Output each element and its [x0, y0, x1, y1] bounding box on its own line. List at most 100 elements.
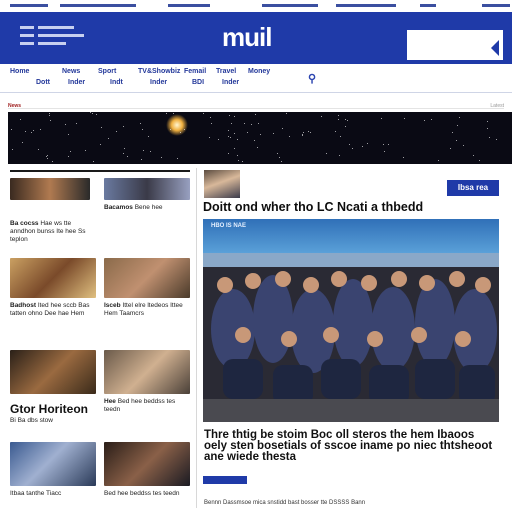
story-thumbnail[interactable]	[10, 178, 90, 200]
story-thumbnail[interactable]	[104, 442, 190, 486]
banner-star	[46, 156, 47, 157]
banner-star	[347, 120, 348, 121]
nav-item[interactable]: News	[62, 68, 80, 75]
search-icon[interactable]: ⚲	[308, 72, 316, 85]
banner-star	[338, 115, 339, 116]
banner-star	[345, 126, 346, 127]
utility-link[interactable]	[10, 4, 48, 7]
banner-star	[123, 153, 124, 154]
section-label[interactable]: News	[8, 103, 21, 109]
banner-star	[384, 151, 385, 152]
story-caption[interactable]: Bed hee beddss tes teedn	[104, 490, 190, 498]
utility-link[interactable]	[168, 4, 210, 7]
main-story-image[interactable]: HBO IS NAE	[203, 219, 499, 422]
header-link[interactable]	[38, 42, 66, 45]
nav-item[interactable]: Money	[248, 68, 270, 75]
banner-star	[244, 123, 245, 124]
nav-item[interactable]: Home	[10, 68, 29, 75]
banner-star	[161, 157, 162, 158]
banner-star	[286, 113, 287, 114]
banner-star	[49, 113, 50, 114]
banner-star	[170, 129, 171, 130]
hero-banner[interactable]	[8, 112, 512, 164]
banner-star	[308, 131, 309, 132]
footer-text[interactable]: Bennn Dassmsoe mica snstidd bast bosser …	[204, 500, 365, 506]
banner-star	[367, 143, 368, 144]
utility-link[interactable]	[336, 4, 396, 7]
nav-item[interactable]: Travel	[216, 68, 236, 75]
banner-star	[303, 132, 304, 133]
story-thumbnail[interactable]	[104, 258, 190, 298]
banner-star	[257, 147, 258, 148]
story-thumbnail[interactable]	[10, 442, 96, 486]
author-avatar[interactable]	[204, 170, 240, 198]
banner-star	[254, 140, 255, 141]
section-label-right[interactable]: Latest	[490, 103, 504, 109]
tag-button[interactable]	[203, 476, 247, 484]
header-link[interactable]	[38, 26, 74, 29]
story-thumbnail[interactable]	[104, 178, 190, 200]
banner-star	[349, 144, 350, 145]
banner-star	[11, 129, 12, 130]
section-badge[interactable]: Ibsa rea	[447, 180, 499, 196]
header-promo-panel[interactable]	[407, 30, 503, 60]
menu-icon[interactable]	[20, 26, 34, 29]
top-utility-bar	[0, 0, 512, 12]
nav-item[interactable]: Sport	[98, 68, 116, 75]
subnav-item[interactable]: Dott	[36, 79, 50, 86]
story-headline[interactable]: Gtor Horiteon	[10, 403, 88, 415]
banner-star	[124, 148, 125, 149]
banner-star	[279, 157, 280, 158]
main-summary[interactable]: Thre thtig be stoim Boc oll steros the h…	[204, 429, 500, 463]
banner-star	[242, 161, 243, 162]
banner-star	[310, 132, 311, 133]
utility-link[interactable]	[262, 4, 318, 7]
story-caption[interactable]: Itbaa tanthe Tiacc	[10, 490, 96, 498]
banner-star	[218, 139, 219, 140]
story-caption[interactable]: Bacamos Bene hee	[104, 204, 190, 212]
story-thumbnail[interactable]	[104, 350, 190, 394]
header-link[interactable]	[38, 34, 84, 37]
site-logo[interactable]: muil	[222, 22, 272, 53]
nav-item[interactable]: TV&Showbiz	[138, 68, 180, 75]
promo-icon	[491, 40, 499, 56]
banner-star	[140, 123, 141, 124]
story-caption[interactable]: Ba cocss Hae ws tte anndhon bunss Ite he…	[10, 220, 96, 244]
banner-star	[463, 145, 464, 146]
story-thumbnail[interactable]	[10, 350, 96, 394]
subnav-item[interactable]: Inder	[222, 79, 239, 86]
story-caption[interactable]: Hee Bed hee beddss tes teedn	[104, 398, 190, 414]
story-caption[interactable]: Bi Ba dbs stow	[10, 417, 96, 425]
banner-star	[92, 113, 93, 114]
banner-star	[230, 137, 231, 138]
banner-star	[431, 119, 432, 120]
banner-star	[101, 127, 102, 128]
menu-icon-bar	[20, 42, 34, 45]
banner-star	[489, 137, 490, 138]
story-thumbnail[interactable]	[10, 258, 96, 298]
banner-star	[247, 132, 248, 133]
banner-star	[180, 132, 181, 133]
banner-star	[20, 119, 21, 120]
subnav-item[interactable]: Indt	[110, 79, 123, 86]
subnav-item[interactable]: Inder	[68, 79, 85, 86]
story-caption[interactable]: Isceb Ittel elre ltedeos Ittee Hem Taamc…	[104, 302, 190, 318]
subnav-item[interactable]: Inder	[150, 79, 167, 86]
utility-link[interactable]	[482, 4, 510, 7]
banner-star	[234, 116, 235, 117]
main-nav: Home News Sport TV&Showbiz Femail Travel…	[0, 64, 512, 93]
banner-star	[47, 158, 48, 159]
story-caption[interactable]: Badhost Ited hee sccb Bas tatten ohno De…	[10, 302, 96, 318]
banner-star	[321, 116, 322, 117]
banner-star	[148, 136, 149, 137]
utility-link[interactable]	[60, 4, 136, 7]
banner-star	[100, 144, 101, 145]
banner-star	[404, 118, 405, 119]
banner-star	[456, 140, 457, 141]
banner-star	[487, 121, 488, 122]
nav-item[interactable]: Femail	[184, 68, 206, 75]
main-headline[interactable]: Doitt ond wher tho LC Ncati a thbedd	[203, 200, 423, 214]
subnav-item[interactable]: BDI	[192, 79, 204, 86]
banner-star	[173, 113, 174, 114]
utility-link[interactable]	[420, 4, 436, 7]
